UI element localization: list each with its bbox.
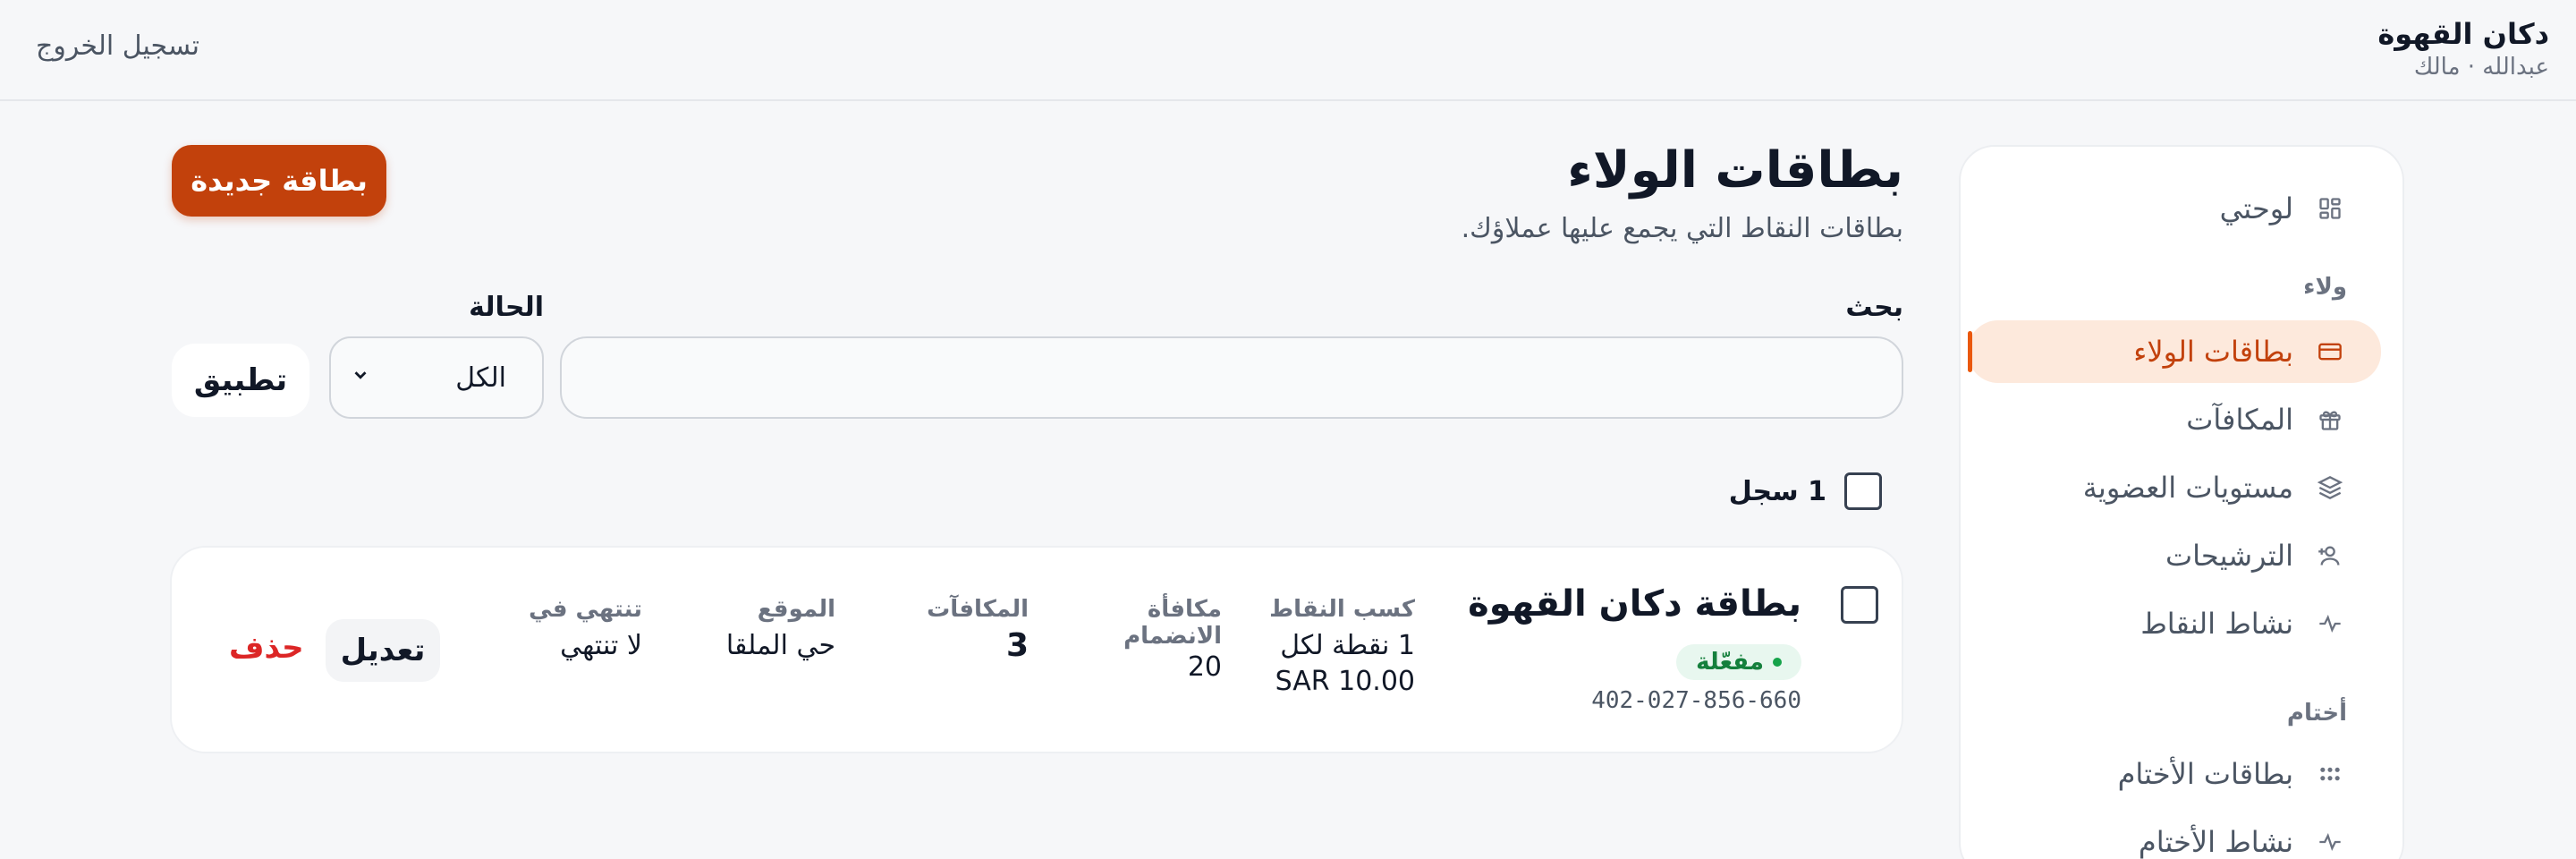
layers-icon bbox=[2317, 474, 2343, 501]
sidebar-item-label: بطاقات الأختام bbox=[2117, 757, 2293, 791]
page-title: بطاقات الولاء bbox=[1567, 141, 1903, 200]
status-dot bbox=[1773, 658, 1782, 667]
edit-button[interactable]: تعديل bbox=[326, 619, 440, 682]
status-select-value: الكل bbox=[455, 361, 506, 394]
stat-join-bonus: مكافأة الانضمام 20 bbox=[1123, 596, 1222, 685]
sidebar-item-referrals[interactable]: الترشيحات bbox=[1968, 524, 2381, 587]
sidebar-item-label: مستويات العضوية bbox=[2082, 471, 2293, 505]
sidebar-item-dashboard[interactable]: لوحتي bbox=[1968, 177, 2381, 240]
logout-link[interactable]: تسجيل الخروج bbox=[36, 30, 199, 62]
sidebar-item-label: نشاط الأختام bbox=[2138, 825, 2293, 859]
stat-earn: كسب النقاط 1 نقطة لكل SAR 10.00 bbox=[1269, 596, 1415, 700]
row-checkbox[interactable] bbox=[1841, 586, 1878, 624]
delete-button[interactable]: حذف bbox=[229, 630, 304, 666]
sidebar-item-points-activity[interactable]: نشاط النقاط bbox=[1968, 592, 2381, 655]
search-input[interactable] bbox=[560, 336, 1903, 419]
dashboard-icon bbox=[2317, 195, 2343, 222]
sidebar-item-label: الترشيحات bbox=[2165, 539, 2293, 573]
status-badge-label: مفعّلة bbox=[1696, 649, 1764, 676]
activity-icon bbox=[2317, 829, 2343, 855]
chevron-down-icon bbox=[351, 365, 370, 390]
new-card-button[interactable]: بطاقة جديدة bbox=[172, 145, 386, 217]
top-bar: دكان القهوة عبدالله · مالك تسجيل الخروج bbox=[0, 0, 2576, 101]
stat-value: لا تنتهي bbox=[560, 630, 642, 661]
sidebar-section-stamps: أختام bbox=[2286, 700, 2347, 727]
select-all-row: 1 سجل bbox=[1729, 472, 1882, 510]
sidebar-item-label: لوحتي bbox=[2219, 191, 2293, 225]
record-count: 1 سجل bbox=[1728, 475, 1826, 507]
stat-value: 20 bbox=[1187, 651, 1222, 683]
status-badge: مفعّلة bbox=[1676, 644, 1801, 680]
sidebar-item-stamp-cards[interactable]: بطاقات الأختام bbox=[1968, 743, 2381, 805]
card-icon bbox=[2317, 338, 2343, 365]
sidebar-section-loyalty: ولاء bbox=[2303, 274, 2347, 301]
sidebar-item-loyalty-cards[interactable]: بطاقات الولاء bbox=[1968, 320, 2381, 383]
gift-icon bbox=[2317, 406, 2343, 433]
stat-expires: تنتهي في لا تنتهي bbox=[529, 596, 642, 664]
sidebar-item-label: نشاط النقاط bbox=[2140, 607, 2293, 641]
card-name: بطاقة دكان القهوة bbox=[1468, 583, 1801, 625]
sidebar-item-tiers[interactable]: مستويات العضوية bbox=[1968, 456, 2381, 519]
page-subtitle: بطاقات النقاط التي يجمع عليها عملاؤك. bbox=[1461, 213, 1903, 244]
stamps-grid-icon bbox=[2317, 761, 2343, 787]
stat-value: حي الملقا bbox=[725, 630, 835, 661]
stat-value: 1 نقطة لكل bbox=[1280, 630, 1415, 661]
stat-rewards: المكافآت 3 bbox=[927, 596, 1029, 664]
stat-label: كسب النقاط bbox=[1269, 596, 1415, 623]
sidebar-item-stamp-activity[interactable]: نشاط الأختام bbox=[1968, 811, 2381, 859]
search-label: بحث bbox=[1845, 292, 1903, 323]
stat-label: المكافآت bbox=[927, 596, 1029, 623]
sidebar: لوحتي ولاء بطاقات الولاء المكافآت مستويا… bbox=[1959, 145, 2404, 859]
sidebar-item-label: بطاقات الولاء bbox=[2133, 335, 2293, 369]
current-user: عبدالله · مالك bbox=[2413, 54, 2549, 81]
stat-label: تنتهي في bbox=[529, 596, 642, 623]
sidebar-item-label: المكافآت bbox=[2186, 403, 2293, 437]
select-all-checkbox[interactable] bbox=[1844, 472, 1882, 510]
stat-label: الموقع bbox=[757, 596, 835, 623]
activity-icon bbox=[2317, 610, 2343, 637]
user-plus-icon bbox=[2317, 542, 2343, 569]
status-select[interactable]: الكل bbox=[329, 336, 544, 419]
stat-value: SAR 10.00 bbox=[1275, 666, 1415, 697]
status-label: الحالة bbox=[469, 292, 544, 323]
apply-button[interactable]: تطبيق bbox=[172, 344, 309, 417]
sidebar-item-rewards[interactable]: المكافآت bbox=[1968, 388, 2381, 451]
brand-name: دكان القهوة bbox=[2377, 17, 2549, 51]
brand: دكان القهوة عبدالله · مالك bbox=[2377, 16, 2549, 82]
loyalty-card-row: بطاقة دكان القهوة مفعّلة 402-027-856-660… bbox=[170, 546, 1903, 753]
card-code: 402-027-856-660 bbox=[1591, 687, 1801, 714]
stat-label: مكافأة bbox=[1147, 596, 1222, 623]
stat-label: الانضمام bbox=[1123, 623, 1222, 650]
stat-location: الموقع حي الملقا bbox=[726, 596, 835, 664]
stat-value: 3 bbox=[1005, 627, 1029, 664]
